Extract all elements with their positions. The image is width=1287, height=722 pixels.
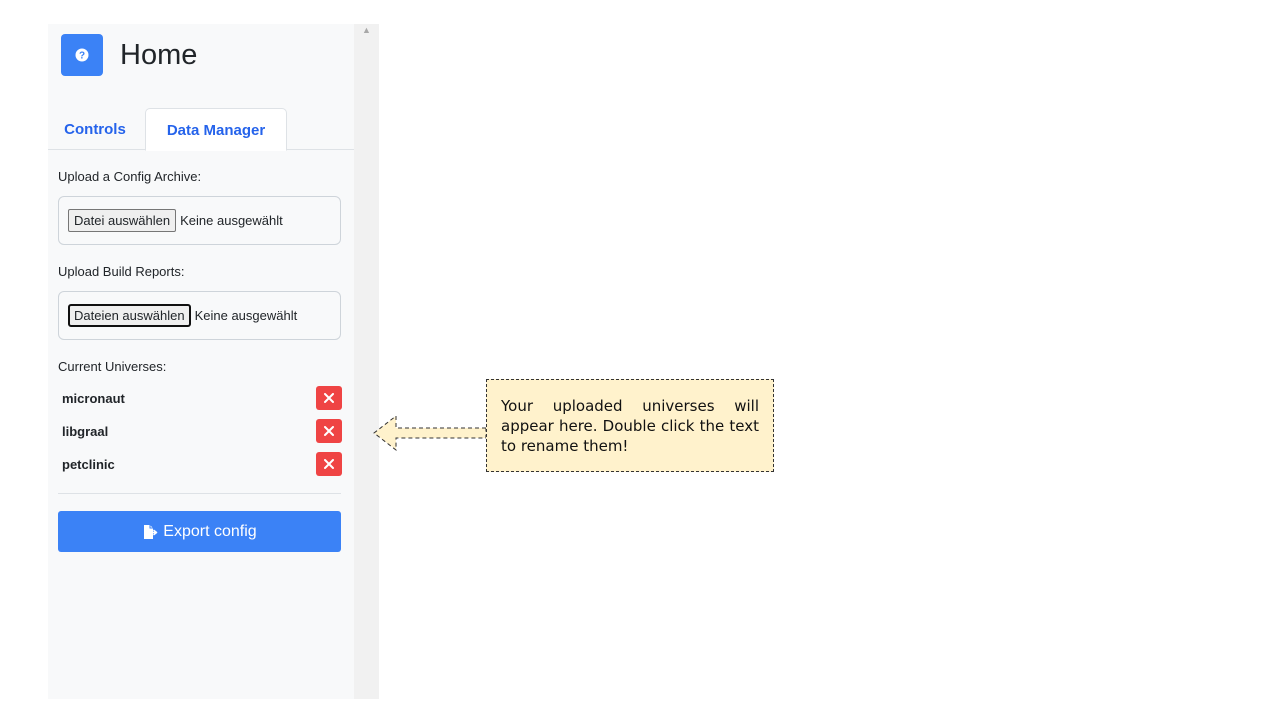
universe-row: petclinic (62, 452, 342, 476)
close-icon (324, 426, 334, 436)
header: ? Home (61, 34, 197, 76)
scroll-up-arrow-icon[interactable]: ▲ (354, 24, 379, 36)
universe-row: micronaut (62, 386, 342, 410)
tab-controls[interactable]: Controls (51, 108, 139, 151)
reports-upload-box: Dateien auswählen Keine ausgewählt (58, 291, 341, 340)
sidebar-scrollbar[interactable]: ▲ (354, 24, 379, 699)
close-icon (324, 459, 334, 469)
config-upload-box: Datei auswählen Keine ausgewählt (58, 196, 341, 245)
sidebar: ? Home Controls Data Manager Upload a Co… (48, 24, 354, 699)
export-config-label: Export config (163, 522, 257, 540)
universe-row: libgraal (62, 419, 342, 443)
page-title: Home (120, 38, 198, 71)
tab-bar: Controls Data Manager (48, 108, 354, 151)
universe-name[interactable]: micronaut (62, 391, 125, 406)
file-export-icon (142, 524, 158, 540)
universes-label: Current Universes: (58, 359, 167, 374)
universe-name[interactable]: libgraal (62, 424, 108, 439)
onboarding-tooltip: Your uploaded universes will appear here… (486, 379, 774, 472)
universe-name[interactable]: petclinic (62, 457, 115, 472)
close-icon (324, 393, 334, 403)
config-file-status: Keine ausgewählt (180, 213, 283, 228)
reports-file-status: Keine ausgewählt (194, 308, 298, 323)
delete-universe-button[interactable] (316, 452, 342, 476)
tooltip-text: Your uploaded universes will appear here… (501, 397, 759, 455)
export-config-button[interactable]: Export config (58, 511, 341, 552)
divider (58, 493, 341, 494)
reports-upload-label: Upload Build Reports: (58, 264, 185, 279)
help-circle-icon[interactable]: ? (61, 34, 103, 76)
reports-file-choose-button[interactable]: Dateien auswählen (68, 304, 191, 327)
delete-universe-button[interactable] (316, 386, 342, 410)
tab-data-manager[interactable]: Data Manager (145, 108, 287, 151)
tooltip-arrow-icon (373, 414, 487, 452)
config-upload-label: Upload a Config Archive: (58, 169, 202, 184)
svg-text:?: ? (79, 51, 85, 62)
delete-universe-button[interactable] (316, 419, 342, 443)
config-file-choose-button[interactable]: Datei auswählen (68, 209, 177, 232)
